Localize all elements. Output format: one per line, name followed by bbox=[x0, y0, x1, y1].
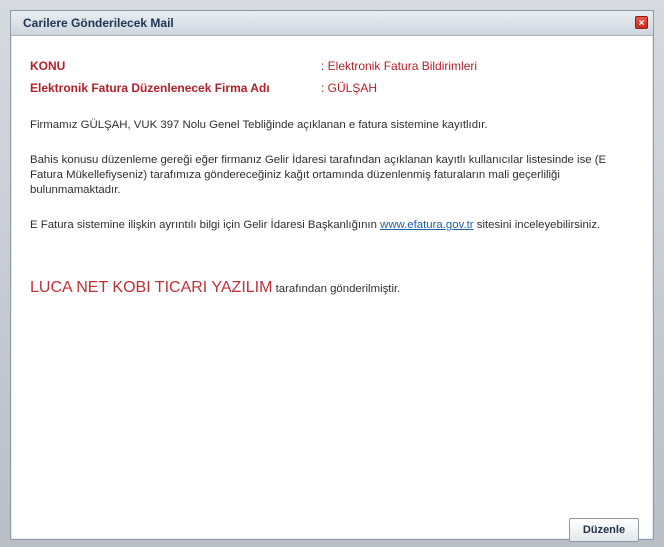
company-value: : GÜLŞAH bbox=[321, 81, 378, 95]
paragraph-3-text-1: E Fatura sistemine ilişkin ayrıntılı bil… bbox=[30, 219, 381, 231]
paragraph-2: Bahis konusu düzenleme gereği eğer firma… bbox=[30, 154, 607, 196]
company-label: Elektronik Fatura Düzenlenecek Firma Adı bbox=[30, 81, 270, 95]
paragraph-1: Firmamız GÜLŞAH, VUK 397 Nolu Genel Tebl… bbox=[30, 119, 488, 131]
edit-button[interactable]: Düzenle bbox=[569, 518, 639, 542]
subject-label: KONU bbox=[30, 59, 66, 73]
dialog-title: Carilere Gönderilecek Mail bbox=[23, 16, 174, 30]
signature-brand: LUCA NET KOBI TICARI YAZILIM bbox=[30, 279, 273, 296]
paragraph-3: E Fatura sistemine ilişkin ayrıntılı bil… bbox=[30, 218, 640, 233]
efatura-link[interactable]: www.efatura.gov.tr bbox=[380, 219, 473, 231]
close-icon[interactable]: × bbox=[635, 16, 648, 29]
signature-rest: tarafından gönderilmiştir. bbox=[272, 283, 401, 295]
paragraph-3-text-2: sitesini inceleyebilirsiniz. bbox=[473, 219, 601, 231]
dialog-titlebar: Carilere Gönderilecek Mail × bbox=[11, 11, 653, 36]
subject-value: : Elektronik Fatura Bildirimleri bbox=[321, 59, 478, 73]
signature-line: LUCA NET KOBI TICARI YAZILIM tarafından … bbox=[30, 280, 640, 297]
mail-dialog: Carilere Gönderilecek Mail × KONU : Elek… bbox=[10, 10, 654, 540]
subject-row: KONU : Elektronik Fatura Bildirimleri bbox=[30, 59, 477, 73]
company-row: Elektronik Fatura Düzenlenecek Firma Adı… bbox=[30, 81, 377, 95]
